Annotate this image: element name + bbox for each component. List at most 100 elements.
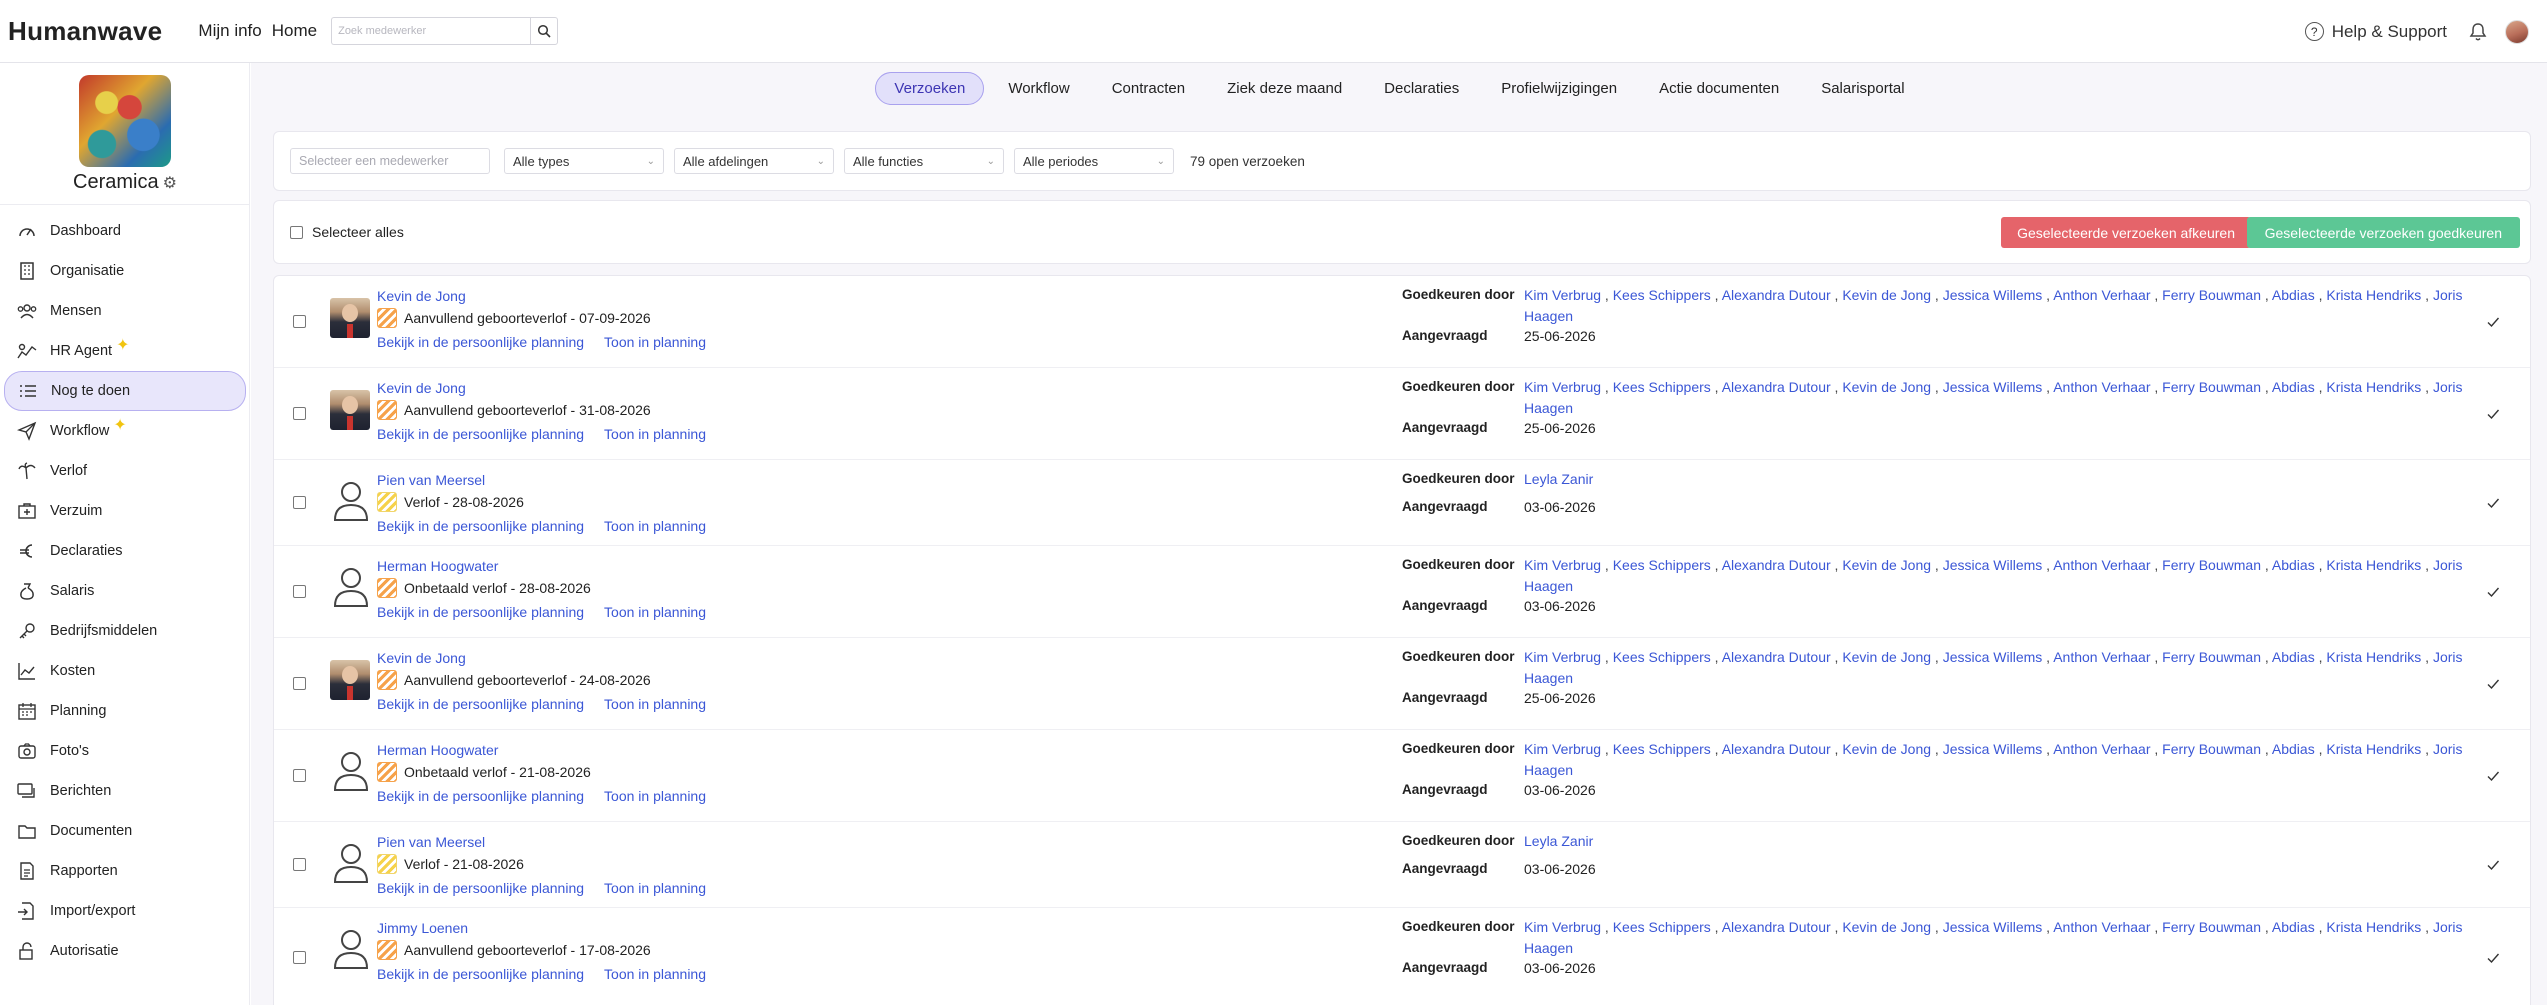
approver-link[interactable]: Ferry Bouwman bbox=[2162, 379, 2261, 395]
approve-check-icon[interactable] bbox=[2486, 769, 2500, 783]
gear-icon[interactable]: ⚙ bbox=[163, 175, 177, 192]
request-checkbox[interactable] bbox=[293, 585, 306, 598]
nav-home[interactable]: Home bbox=[272, 21, 317, 41]
periods-select[interactable]: Alle periodes ⌄ bbox=[1014, 148, 1174, 174]
sidebar-item-verzuim[interactable]: Verzuim bbox=[0, 491, 250, 531]
approve-check-icon[interactable] bbox=[2486, 951, 2500, 965]
employee-name-link[interactable]: Kevin de Jong bbox=[377, 288, 466, 304]
approve-check-icon[interactable] bbox=[2486, 315, 2500, 329]
employee-name-link[interactable]: Jimmy Loenen bbox=[377, 920, 468, 936]
request-checkbox[interactable] bbox=[293, 315, 306, 328]
approver-link[interactable]: Kim Verbrug bbox=[1524, 287, 1601, 303]
approver-link[interactable]: Ferry Bouwman bbox=[2162, 287, 2261, 303]
employee-name-link[interactable]: Herman Hoogwater bbox=[377, 558, 498, 574]
sidebar-item-verlof[interactable]: Verlof bbox=[0, 451, 250, 491]
approver-link[interactable]: Alexandra Dutour bbox=[1722, 557, 1831, 573]
tab-profielwijzigingen[interactable]: Profielwijzigingen bbox=[1483, 72, 1635, 105]
nav-mijn-info[interactable]: Mijn info bbox=[198, 21, 261, 41]
approver-link[interactable]: Alexandra Dutour bbox=[1722, 741, 1831, 757]
approver-link[interactable]: Anthon Verhaar bbox=[2053, 741, 2150, 757]
select-all-label[interactable]: Selecteer alles bbox=[312, 224, 404, 240]
approver-link[interactable]: Abdias bbox=[2272, 379, 2315, 395]
tab-contracten[interactable]: Contracten bbox=[1094, 72, 1203, 105]
tab-verzoeken[interactable]: Verzoeken bbox=[875, 72, 985, 105]
sidebar-item-rapporten[interactable]: Rapporten bbox=[0, 851, 250, 891]
search-button[interactable] bbox=[530, 17, 559, 45]
search-input[interactable] bbox=[331, 17, 531, 45]
departments-select[interactable]: Alle afdelingen ⌄ bbox=[674, 148, 834, 174]
show-in-planning-link[interactable]: Toon in planning bbox=[604, 966, 706, 982]
view-personal-planning-link[interactable]: Bekijk in de persoonlijke planning bbox=[377, 426, 584, 442]
tab-workflow[interactable]: Workflow bbox=[990, 72, 1087, 105]
sidebar-item-berichten[interactable]: Berichten bbox=[0, 771, 250, 811]
employee-name-link[interactable]: Kevin de Jong bbox=[377, 650, 466, 666]
sidebar-item-dashboard[interactable]: Dashboard bbox=[0, 211, 250, 251]
approver-link[interactable]: Jessica Willems bbox=[1943, 287, 2043, 303]
sidebar-item-documenten[interactable]: Documenten bbox=[0, 811, 250, 851]
request-checkbox[interactable] bbox=[293, 407, 306, 420]
sidebar-item-declaraties[interactable]: Declaraties bbox=[0, 531, 250, 571]
sidebar-item-organisatie[interactable]: Organisatie bbox=[0, 251, 250, 291]
approver-link[interactable]: Alexandra Dutour bbox=[1722, 649, 1831, 665]
approver-link[interactable]: Kevin de Jong bbox=[1842, 287, 1931, 303]
approver-link[interactable]: Jessica Willems bbox=[1943, 919, 2043, 935]
approver-link[interactable]: Kim Verbrug bbox=[1524, 919, 1601, 935]
employee-name-link[interactable]: Herman Hoogwater bbox=[377, 742, 498, 758]
request-checkbox[interactable] bbox=[293, 496, 306, 509]
approver-link[interactable]: Kevin de Jong bbox=[1842, 919, 1931, 935]
approver-link[interactable]: Kim Verbrug bbox=[1524, 741, 1601, 757]
approver-link[interactable]: Kees Schippers bbox=[1613, 741, 1711, 757]
approver-link[interactable]: Abdias bbox=[2272, 919, 2315, 935]
view-personal-planning-link[interactable]: Bekijk in de persoonlijke planning bbox=[377, 518, 584, 534]
tab-actie-documenten[interactable]: Actie documenten bbox=[1641, 72, 1797, 105]
approver-link[interactable]: Kevin de Jong bbox=[1842, 379, 1931, 395]
show-in-planning-link[interactable]: Toon in planning bbox=[604, 880, 706, 896]
sidebar-item-foto-s[interactable]: Foto's bbox=[0, 731, 250, 771]
sidebar-item-bedrijfsmiddelen[interactable]: Bedrijfsmiddelen bbox=[0, 611, 250, 651]
types-select[interactable]: Alle types ⌄ bbox=[504, 148, 664, 174]
approver-link[interactable]: Ferry Bouwman bbox=[2162, 741, 2261, 757]
approver-link[interactable]: Anthon Verhaar bbox=[2053, 287, 2150, 303]
approver-link[interactable]: Kim Verbrug bbox=[1524, 649, 1601, 665]
user-avatar[interactable] bbox=[2505, 19, 2529, 44]
view-personal-planning-link[interactable]: Bekijk in de persoonlijke planning bbox=[377, 880, 584, 896]
show-in-planning-link[interactable]: Toon in planning bbox=[604, 604, 706, 620]
approver-link[interactable]: Ferry Bouwman bbox=[2162, 919, 2261, 935]
approver-link[interactable]: Anthon Verhaar bbox=[2053, 557, 2150, 573]
show-in-planning-link[interactable]: Toon in planning bbox=[604, 334, 706, 350]
app-logo[interactable]: Humanwave bbox=[8, 16, 162, 47]
tab-salarisportal[interactable]: Salarisportal bbox=[1803, 72, 1922, 105]
approver-link[interactable]: Kees Schippers bbox=[1613, 557, 1711, 573]
company-switcher[interactable]: Ceramica ⚙ bbox=[0, 171, 250, 194]
view-personal-planning-link[interactable]: Bekijk in de persoonlijke planning bbox=[377, 966, 584, 982]
employee-filter-input[interactable] bbox=[290, 148, 490, 174]
approver-link[interactable]: Jessica Willems bbox=[1943, 649, 2043, 665]
request-checkbox[interactable] bbox=[293, 677, 306, 690]
approver-link[interactable]: Abdias bbox=[2272, 557, 2315, 573]
approver-link[interactable]: Krista Hendriks bbox=[2326, 649, 2421, 665]
view-personal-planning-link[interactable]: Bekijk in de persoonlijke planning bbox=[377, 334, 584, 350]
approver-link[interactable]: Ferry Bouwman bbox=[2162, 649, 2261, 665]
approve-check-icon[interactable] bbox=[2486, 585, 2500, 599]
approver-link[interactable]: Leyla Zanir bbox=[1524, 833, 1593, 849]
approve-check-icon[interactable] bbox=[2486, 677, 2500, 691]
approver-link[interactable]: Kees Schippers bbox=[1613, 379, 1711, 395]
approver-link[interactable]: Kevin de Jong bbox=[1842, 557, 1931, 573]
show-in-planning-link[interactable]: Toon in planning bbox=[604, 788, 706, 804]
view-personal-planning-link[interactable]: Bekijk in de persoonlijke planning bbox=[377, 604, 584, 620]
approver-link[interactable]: Abdias bbox=[2272, 287, 2315, 303]
sidebar-item-workflow[interactable]: Workflow ✦ bbox=[0, 411, 250, 451]
sidebar-item-import-export[interactable]: Import/export bbox=[0, 891, 250, 931]
employee-name-link[interactable]: Pien van Meersel bbox=[377, 834, 485, 850]
tab-ziek-deze-maand[interactable]: Ziek deze maand bbox=[1209, 72, 1360, 105]
tab-declaraties[interactable]: Declaraties bbox=[1366, 72, 1477, 105]
sidebar-item-kosten[interactable]: Kosten bbox=[0, 651, 250, 691]
approver-link[interactable]: Jessica Willems bbox=[1943, 557, 2043, 573]
approver-link[interactable]: Kees Schippers bbox=[1613, 919, 1711, 935]
approver-link[interactable]: Kim Verbrug bbox=[1524, 557, 1601, 573]
approver-link[interactable]: Anthon Verhaar bbox=[2053, 379, 2150, 395]
help-support-link[interactable]: ? Help & Support bbox=[2304, 22, 2447, 42]
approver-link[interactable]: Abdias bbox=[2272, 741, 2315, 757]
approver-link[interactable]: Anthon Verhaar bbox=[2053, 649, 2150, 665]
approver-link[interactable]: Krista Hendriks bbox=[2326, 379, 2421, 395]
